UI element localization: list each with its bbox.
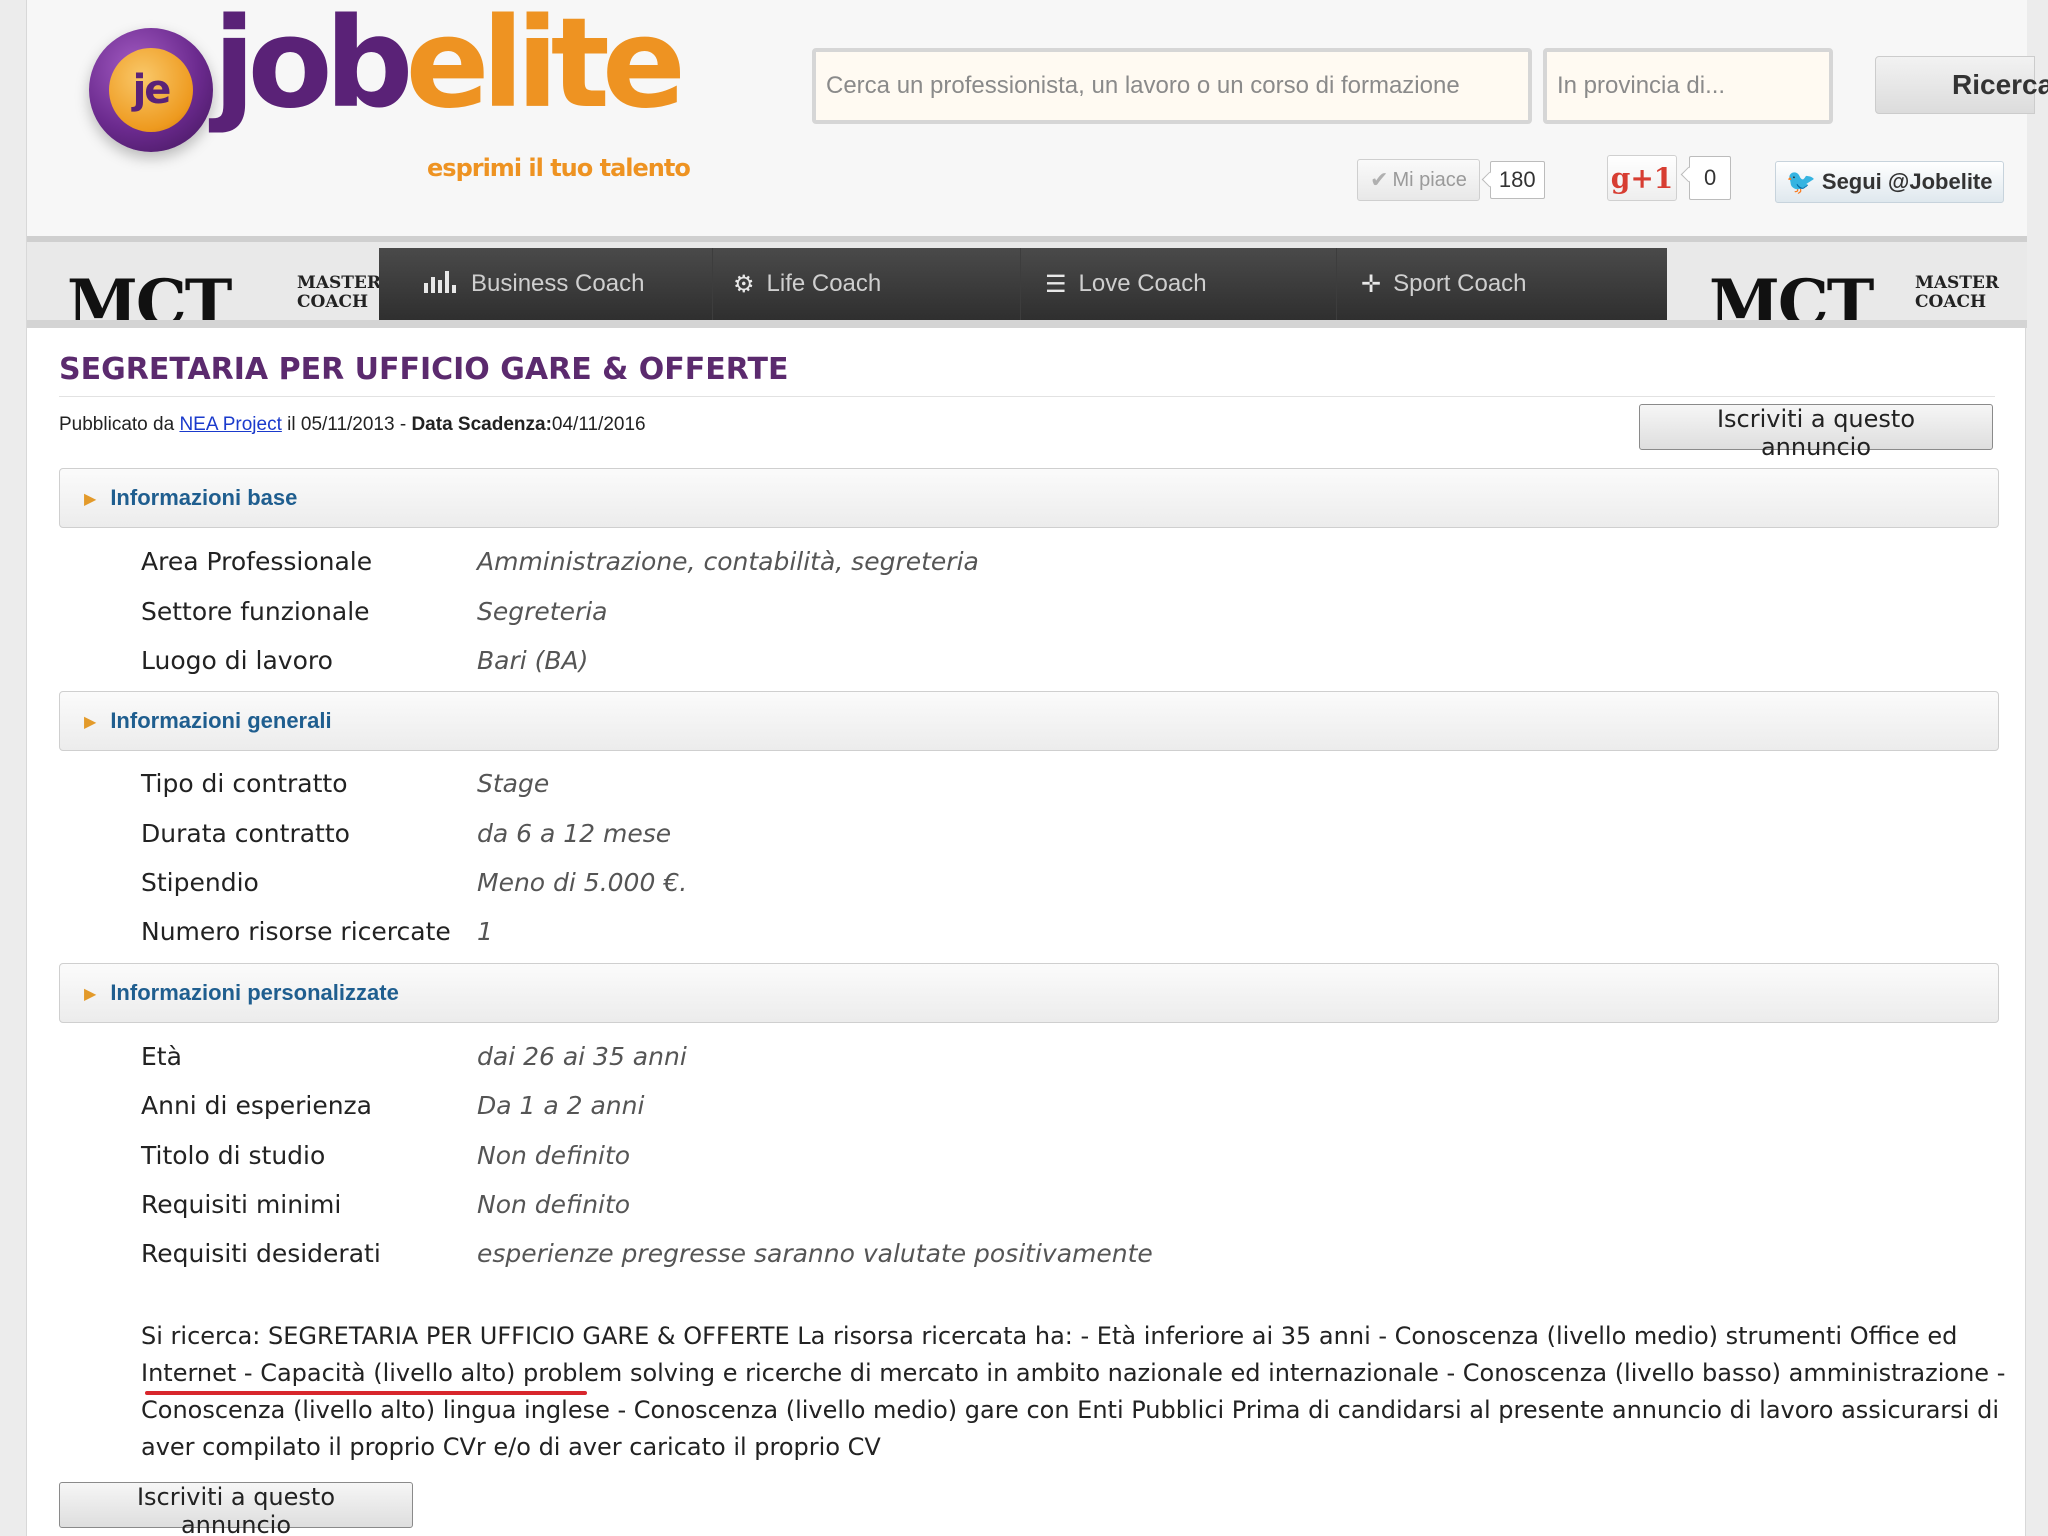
nav-bottom-border: [27, 320, 2027, 328]
mct-banner-right[interactable]: MCT MASTER COACH: [1691, 252, 2021, 323]
gplus-widget: g+1 0: [1607, 155, 1732, 201]
info-row: Requisiti desiderati esperienze pregresse…: [141, 1238, 1153, 1268]
gplus-button[interactable]: g+1: [1607, 155, 1677, 201]
search-button[interactable]: Ricerca: [1875, 56, 2048, 114]
gplus-count: 0: [1689, 156, 1732, 200]
nav-label: Sport Coach: [1393, 270, 1527, 297]
logo-badge: je: [89, 28, 213, 152]
mct-logo-letters: MCT: [1709, 266, 1874, 323]
section-informazioni-base[interactable]: ▶ Informazioni base: [59, 468, 1999, 528]
like-label: Mi piace: [1392, 168, 1467, 191]
mct-logo-sub: MASTER COACH: [297, 273, 382, 312]
nav-item-business-coach[interactable]: Business Coach: [379, 248, 713, 320]
nav-label: Love Coach: [1078, 270, 1207, 297]
info-row: Età dai 26 ai 35 anni: [141, 1041, 687, 1071]
like-count: 180: [1489, 161, 1545, 199]
nav-label: Business Coach: [471, 270, 645, 297]
job-title: SEGRETARIA PER UFFICIO GARE & OFFERTE: [59, 352, 789, 387]
search-input[interactable]: [812, 48, 1532, 124]
info-row: Requisiti minimi Non definito: [141, 1189, 631, 1219]
page: je jobelite esprimi il tuo talento Ricer…: [26, 0, 2048, 1536]
twitter-follow-button[interactable]: 🐦 Segui @Jobelite: [1775, 161, 2004, 203]
logo-tagline: esprimi il tuo talento: [427, 154, 691, 182]
apply-button-bottom[interactable]: Iscriviti a questo annuncio: [59, 1482, 413, 1536]
highlight-underline: [145, 1391, 587, 1395]
jobelite-logo[interactable]: je jobelite esprimi il tuo talento: [57, 2, 697, 190]
publisher-link[interactable]: NEA Project: [179, 414, 281, 435]
nav-item-sport-coach[interactable]: ✛ Sport Coach: [1337, 248, 1667, 320]
expand-arrow-icon: ▶: [84, 711, 97, 731]
info-row: Area Professionale Amministrazione, conta…: [141, 546, 979, 576]
twitter-bird-icon: 🐦: [1786, 168, 1816, 196]
mct-logo-letters: MCT: [67, 266, 232, 323]
check-icon: ✔: [1370, 167, 1389, 192]
info-row: Luogo di lavoro Bari (BA): [141, 645, 589, 675]
province-input[interactable]: [1543, 48, 1833, 124]
logo-badge-text: je: [109, 48, 193, 132]
info-row: Settore funzionale Segreteria: [141, 596, 608, 626]
nav-strip: MCT MASTER COACH Business Coach ⚙ Life C…: [27, 236, 2027, 328]
info-row: Durata contratto da 6 a 12 mese: [141, 818, 672, 848]
twitter-follow-label: Segui @Jobelite: [1821, 169, 1993, 194]
info-row: Titolo di studio Non definito: [141, 1140, 631, 1170]
apply-button-top[interactable]: Iscriviti a questo annuncio: [1639, 404, 1993, 461]
section-informazioni-generali[interactable]: ▶ Informazioni generali: [59, 691, 1999, 751]
facebook-like-button[interactable]: ✔ Mi piace: [1357, 159, 1480, 201]
bar-chart-icon: [423, 269, 459, 300]
stack-icon: ☰: [1045, 270, 1067, 298]
nav-item-love-coach[interactable]: ☰ Love Coach: [1021, 248, 1337, 320]
info-row: Numero risorse ricercate 1: [141, 916, 493, 946]
mct-logo-sub: MASTER COACH: [1915, 273, 2000, 312]
facebook-like-widget: ✔ Mi piace 180: [1357, 158, 1545, 202]
info-row: Stipendio Meno di 5.000 €.: [141, 867, 688, 897]
expand-arrow-icon: ▶: [84, 488, 97, 508]
nav-label: Life Coach: [766, 270, 882, 297]
nav-item-life-coach[interactable]: ⚙ Life Coach: [713, 248, 1021, 320]
mct-banner-left[interactable]: MCT MASTER COACH: [57, 252, 387, 323]
logo-wordmark: jobelite: [213, 2, 686, 126]
logo-word-elite: elite: [405, 0, 685, 136]
gears-icon: ⚙: [733, 270, 755, 298]
title-divider: [59, 396, 1995, 397]
info-row: Tipo di contratto Stage: [141, 768, 550, 798]
expand-arrow-icon: ▶: [84, 983, 97, 1003]
logo-word-job: job: [213, 0, 413, 136]
info-row: Anni di esperienza Da 1 a 2 anni: [141, 1090, 645, 1120]
target-icon: ✛: [1361, 270, 1382, 298]
twitter-follow-widget: 🐦 Segui @Jobelite: [1775, 160, 2004, 204]
main-nav: Business Coach ⚙ Life Coach ☰ Love Coach…: [379, 248, 1667, 320]
site-header: je jobelite esprimi il tuo talento Ricer…: [27, 0, 2048, 236]
publication-info: Pubblicato da NEA Project il 05/11/2013 …: [59, 414, 646, 435]
section-informazioni-personalizzate[interactable]: ▶ Informazioni personalizzate: [59, 963, 1999, 1023]
